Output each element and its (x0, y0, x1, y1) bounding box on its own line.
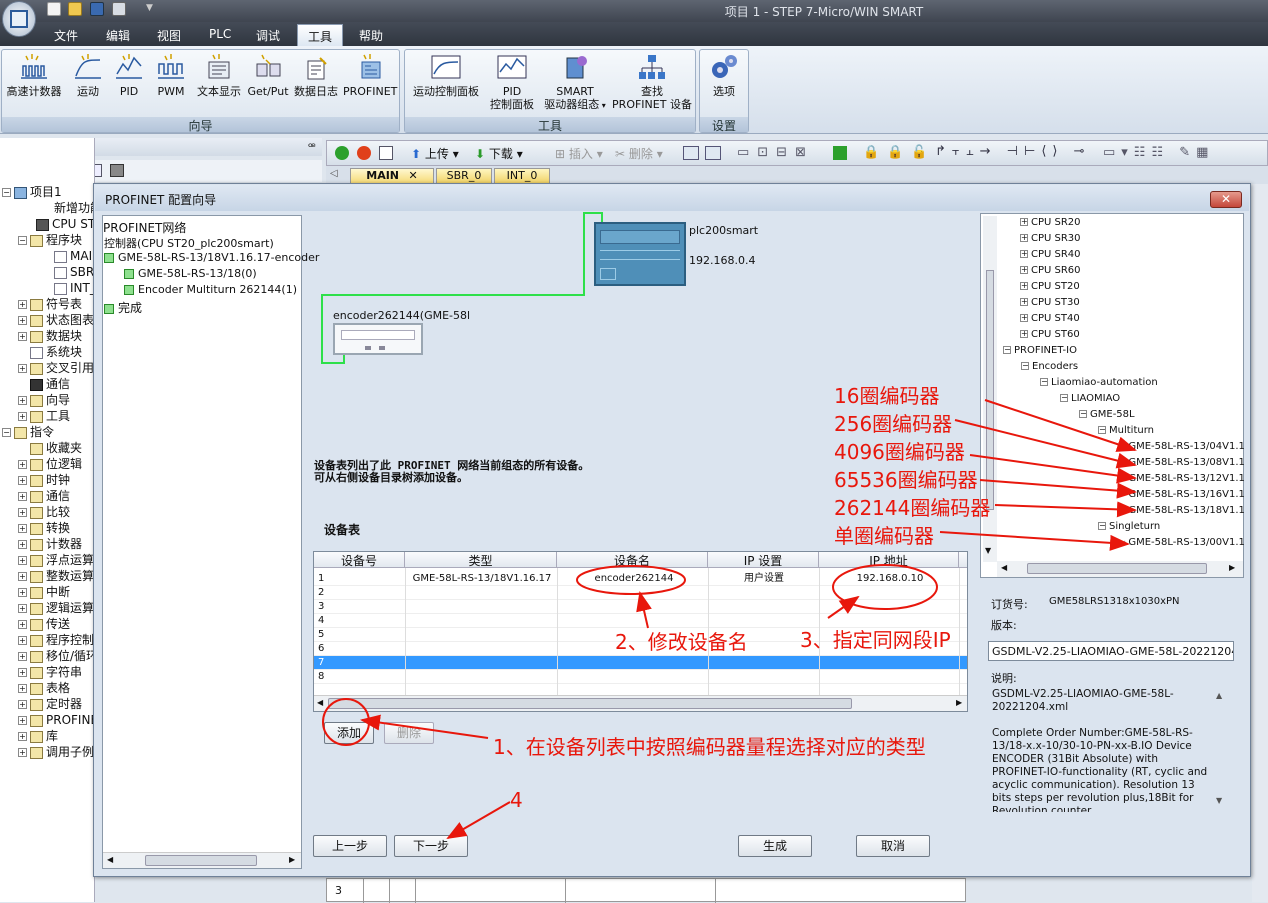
arrow-step1 (360, 714, 489, 739)
label-step2: 2、修改设备名 (615, 630, 748, 654)
app-menu-icon[interactable] (2, 1, 36, 37)
label-step3: 3、指定同网段IP (800, 628, 951, 652)
arrow-step2 (636, 591, 652, 629)
arrow-16 (984, 399, 1137, 452)
label-step4: 4 (510, 788, 523, 812)
label-single-turn: 单圈编码器 (834, 524, 934, 548)
arrow-262144 (994, 501, 1137, 518)
arrow-65536 (979, 479, 1137, 499)
arrow-single (939, 531, 1130, 551)
arrow-step4 (446, 801, 511, 840)
label-4096-turn: 4096圈编码器 (834, 440, 965, 464)
label-262144-turn: 262144圈编码器 (834, 496, 991, 520)
annotation-overlay (322, 399, 1137, 840)
arrow-256 (954, 419, 1137, 469)
circle-add-button (322, 698, 370, 746)
label-65536-turn: 65536圈编码器 (834, 468, 978, 492)
label-step1: 1、在设备列表中按照编码器量程选择对应的类型 (493, 735, 926, 759)
label-16-turn: 16圈编码器 (834, 384, 940, 408)
circle-device-name (576, 565, 686, 595)
label-256-turn: 256圈编码器 (834, 412, 953, 436)
